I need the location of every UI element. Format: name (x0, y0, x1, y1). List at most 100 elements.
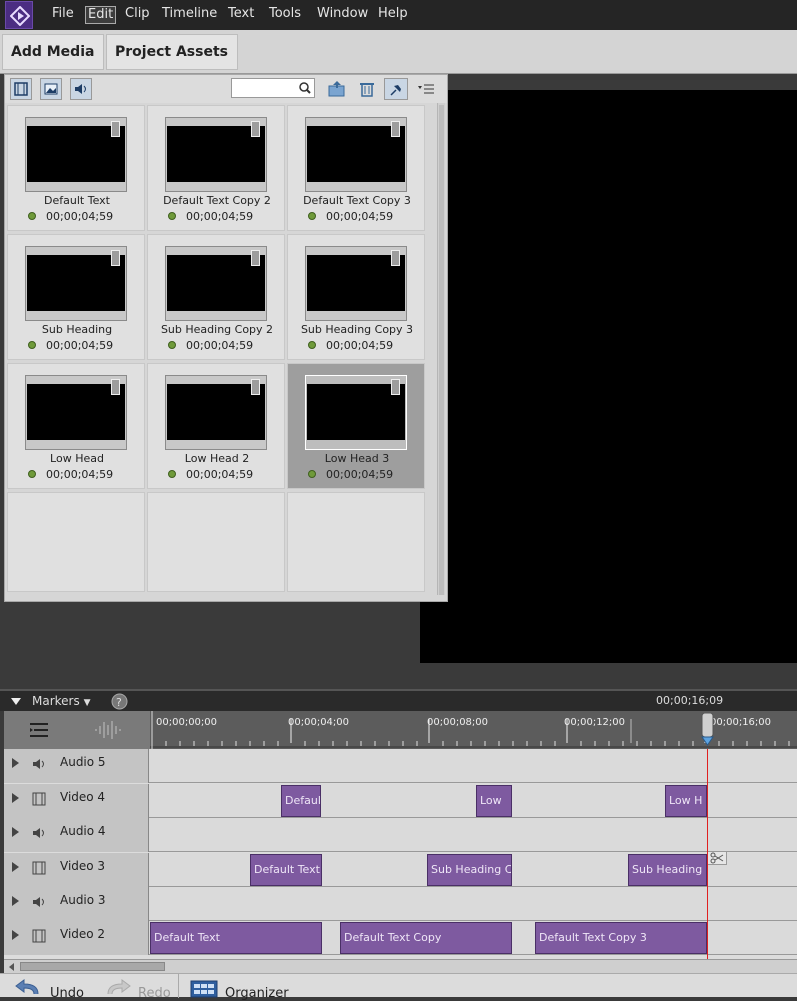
speaker-icon[interactable] (32, 757, 48, 771)
track-header[interactable]: Audio 3 (4, 887, 149, 921)
audio-filter-button[interactable] (70, 78, 92, 100)
folder-up-icon[interactable] (327, 80, 347, 98)
menu-tools[interactable]: Tools (267, 6, 303, 24)
menu-help[interactable]: Help (376, 6, 410, 24)
expand-triangle-icon[interactable] (12, 930, 19, 940)
expand-triangle-icon[interactable] (12, 862, 19, 872)
film-icon (14, 82, 28, 96)
undo-icon (15, 979, 39, 995)
expand-triangle-icon[interactable] (12, 793, 19, 803)
menu-bar: File Edit Clip Timeline Text Tools Windo… (0, 0, 797, 30)
track-name: Video 4 (60, 790, 106, 804)
timeline-scrollbar[interactable] (4, 959, 797, 973)
asset-tile[interactable]: Default Text 00;00;04;59 (7, 105, 145, 231)
playhead-icon[interactable] (700, 713, 716, 747)
timeline-clip[interactable]: Defaul (281, 785, 321, 817)
track-name: Audio 5 (60, 755, 106, 769)
speaker-icon[interactable] (32, 895, 48, 909)
menu-text[interactable]: Text (226, 6, 256, 24)
asset-name: Low Head 3 (324, 452, 390, 465)
asset-thumbnail (25, 117, 127, 192)
scroll-left-icon[interactable] (8, 963, 16, 971)
trash-icon[interactable] (357, 80, 377, 98)
expand-triangle-icon[interactable] (12, 827, 19, 837)
menu-file[interactable]: File (50, 6, 76, 24)
asset-tile-selected[interactable]: Low Head 3 00;00;04;59 (287, 363, 425, 489)
timeline-tracks: Audio 5 Video 4 Defaul Low Low H Audio 4… (4, 749, 797, 959)
timeline-clip[interactable]: Low (476, 785, 512, 817)
timeline-clip[interactable]: Sub Heading Co (427, 854, 512, 886)
track-header[interactable]: Video 3 (4, 853, 149, 887)
film-icon (111, 121, 120, 137)
film-icon (391, 379, 400, 395)
status-dot-icon (28, 212, 36, 220)
preview-monitor[interactable] (420, 90, 797, 663)
collapse-triangle-icon[interactable] (10, 696, 22, 706)
asset-thumbnail (305, 375, 407, 450)
app-logo-icon[interactable] (5, 1, 33, 29)
track-header[interactable]: Audio 4 (4, 818, 149, 852)
asset-thumbnail (25, 246, 127, 321)
menu-timeline[interactable]: Timeline (160, 6, 219, 24)
asset-name: Sub Heading Copy 3 (300, 323, 414, 336)
waveform-icon[interactable] (94, 719, 124, 741)
ruler-controls (4, 711, 150, 749)
scrollbar-thumb[interactable] (20, 962, 165, 971)
asset-name: Low Head 2 (184, 452, 250, 465)
pin-button[interactable] (384, 78, 408, 100)
help-icon[interactable]: ? (111, 693, 128, 710)
asset-thumbnail (305, 117, 407, 192)
add-media-tab[interactable]: Add Media (2, 34, 104, 89)
asset-tile[interactable]: Low Head 2 00;00;04;59 (147, 363, 285, 489)
asset-tile[interactable]: Default Text Copy 2 00;00;04;59 (147, 105, 285, 231)
asset-name: Sub Heading (41, 323, 113, 336)
status-dot-icon (28, 341, 36, 349)
empty-tile (287, 492, 425, 592)
markers-menu[interactable]: Markers ▼ (32, 694, 90, 708)
scissors-icon[interactable] (707, 851, 727, 865)
speaker-icon[interactable] (32, 826, 48, 840)
timeline-clip[interactable]: Default Text (250, 854, 322, 886)
search-icon[interactable] (299, 82, 311, 94)
asset-tile[interactable]: Sub Heading Copy 3 00;00;04;59 (287, 234, 425, 360)
expand-triangle-icon[interactable] (12, 896, 19, 906)
scrollbar-thumb[interactable] (439, 105, 444, 595)
timeline-clip[interactable]: Default Text (150, 922, 322, 954)
menu-clip[interactable]: Clip (123, 6, 152, 24)
track-header[interactable]: Video 4 (4, 784, 149, 818)
menu-edit[interactable]: Edit (85, 6, 117, 24)
panel-menu-icon[interactable] (416, 80, 436, 98)
timeline-clip[interactable]: Default Text Copy (340, 922, 512, 954)
film-icon[interactable] (32, 861, 46, 875)
asset-name: Low Head (50, 452, 104, 465)
track-settings-icon[interactable] (28, 721, 50, 739)
asset-duration: 00;00;04;59 (186, 210, 254, 223)
asset-duration: 00;00;04;59 (326, 468, 394, 481)
project-assets-label: Project Assets (115, 44, 228, 60)
project-assets-tab[interactable]: Project Assets (106, 34, 238, 89)
timeline-ruler[interactable]: 00;00;00;00 00;00;04;00 00;00;08;00 00;0… (4, 711, 797, 749)
empty-tile (147, 492, 285, 592)
asset-thumbnail (25, 375, 127, 450)
timeline-clip[interactable]: Default Text Copy 3 (535, 922, 707, 954)
film-icon (251, 250, 260, 266)
track-header[interactable]: Audio 5 (4, 749, 149, 783)
timeline-clip[interactable]: Sub Heading C (628, 854, 707, 886)
video-filter-button[interactable] (10, 78, 32, 100)
asset-tile[interactable]: Sub Heading 00;00;04;59 (7, 234, 145, 360)
expand-triangle-icon[interactable] (12, 758, 19, 768)
asset-tile[interactable]: Default Text Copy 3 00;00;04;59 (287, 105, 425, 231)
image-icon (44, 83, 58, 95)
asset-tile[interactable]: Sub Heading Copy 2 00;00;04;59 (147, 234, 285, 360)
assets-scrollbar[interactable] (437, 103, 445, 595)
film-icon[interactable] (32, 792, 46, 806)
image-filter-button[interactable] (40, 78, 62, 100)
film-icon[interactable] (32, 929, 46, 943)
track-header[interactable]: Video 2 (4, 921, 149, 955)
menu-window[interactable]: Window (315, 6, 370, 24)
asset-thumbnail (165, 246, 267, 321)
timeline-clip[interactable]: Low H (665, 785, 707, 817)
ruler-label: 00;00;00;00 (156, 717, 218, 728)
status-dot-icon (168, 470, 176, 478)
asset-tile[interactable]: Low Head 00;00;04;59 (7, 363, 145, 489)
